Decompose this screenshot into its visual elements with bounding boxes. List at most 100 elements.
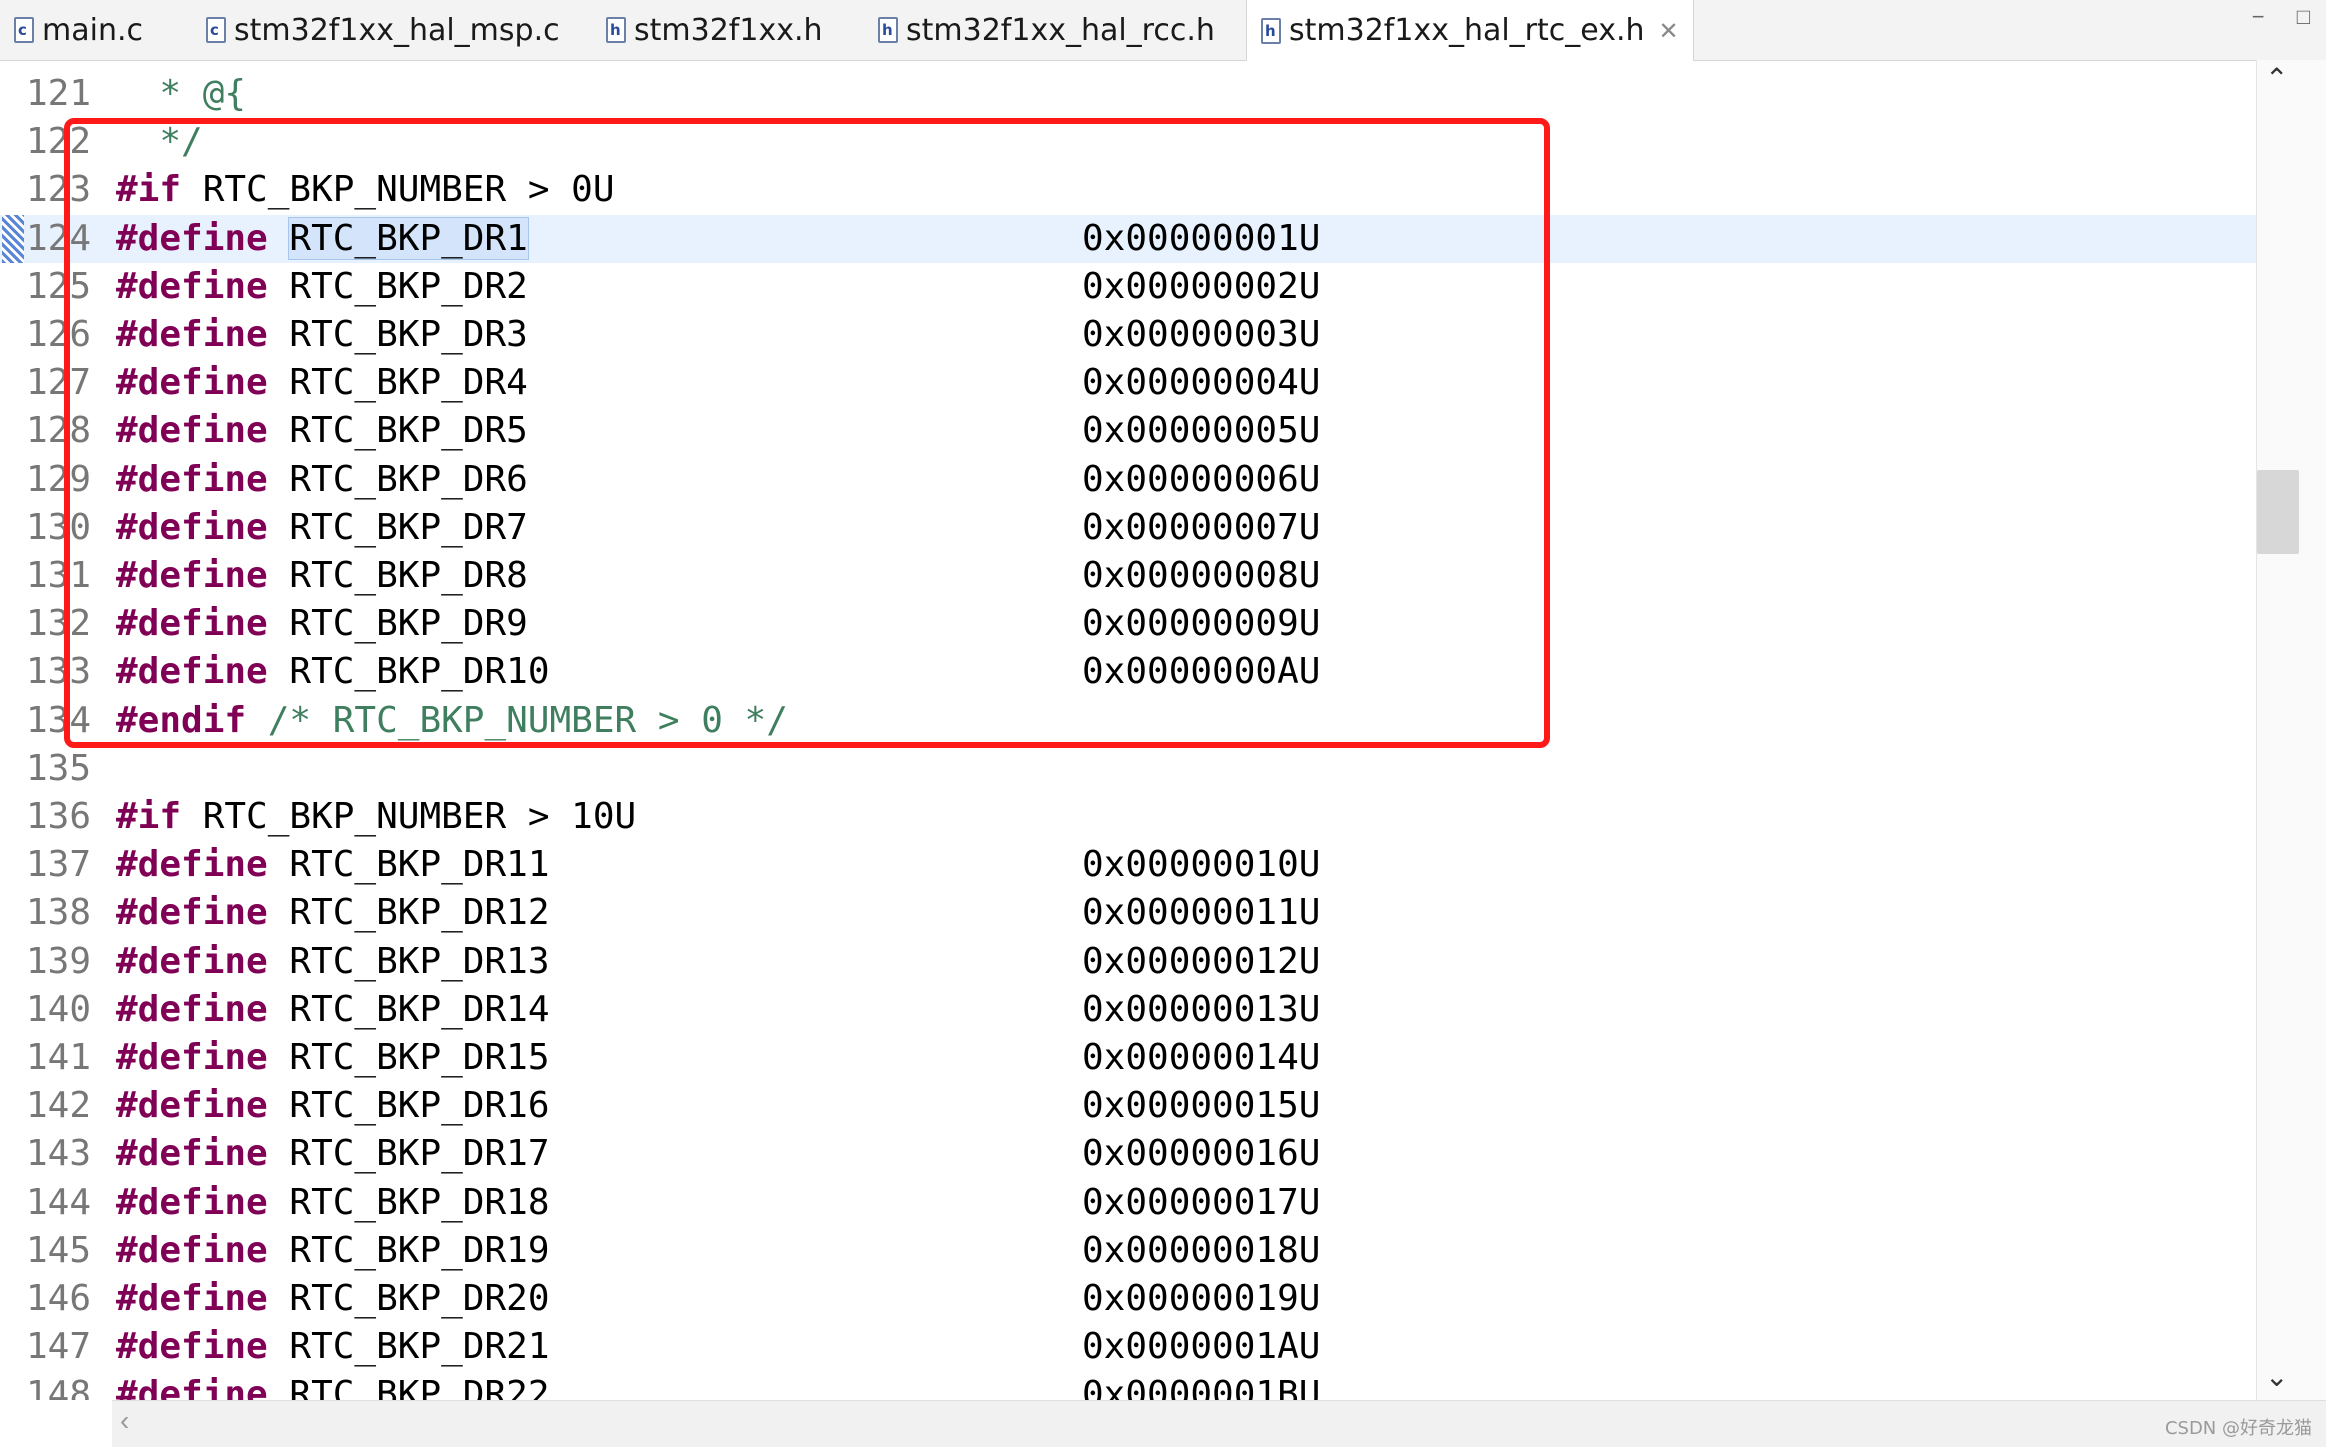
code-line[interactable]: 137 #define RTC_BKP_DR11 0x00000010U bbox=[0, 841, 2256, 889]
code-editor[interactable]: 121 * @{122 */123 #if RTC_BKP_NUMBER > 0U… bbox=[0, 60, 2256, 1400]
vertical-scrollbar[interactable]: ⌃ ⌄ bbox=[2256, 60, 2326, 1400]
preprocessor-keyword: #define bbox=[116, 1374, 268, 1400]
macro-name: RTC_BKP_DR11 bbox=[289, 844, 550, 886]
line-number: 132 bbox=[26, 603, 92, 645]
macro-name: RTC_BKP_DR22 bbox=[289, 1374, 550, 1400]
preprocessor-keyword: #define bbox=[116, 603, 268, 645]
preprocessor-keyword: #define bbox=[116, 892, 268, 934]
tab-label: stm32f1xx.h bbox=[634, 12, 823, 48]
scroll-up-icon[interactable]: ⌃ bbox=[2265, 62, 2288, 95]
scroll-left-icon[interactable]: ‹ bbox=[120, 1405, 129, 1437]
code-line[interactable]: 141 #define RTC_BKP_DR15 0x00000014U bbox=[0, 1034, 2256, 1082]
macro-value: 0x00000007U bbox=[1082, 506, 1321, 548]
code-line[interactable]: 126 #define RTC_BKP_DR3 0x00000003U bbox=[0, 311, 2256, 359]
line-number: 147 bbox=[26, 1326, 92, 1368]
window-controls: − □ bbox=[2226, 4, 2310, 30]
macro-name: RTC_BKP_DR20 bbox=[289, 1278, 550, 1319]
line-number: 129 bbox=[26, 458, 92, 500]
tab-main-c[interactable]: c main.c bbox=[14, 0, 143, 60]
macro-value: 0x00000004U bbox=[1082, 362, 1321, 404]
code-line[interactable]: 142 #define RTC_BKP_DR16 0x00000015U bbox=[0, 1082, 2256, 1130]
macro-value: 0x00000018U bbox=[1082, 1229, 1321, 1271]
code-text: #define RTC_BKP_DR13 bbox=[116, 938, 550, 986]
code-line[interactable]: 129 #define RTC_BKP_DR6 0x00000006U bbox=[0, 456, 2256, 504]
macro-name: RTC_BKP_DR3 bbox=[289, 314, 528, 355]
macro-name: RTC_BKP_DR17 bbox=[289, 1133, 550, 1175]
code-line[interactable]: 143 #define RTC_BKP_DR17 0x00000016U bbox=[0, 1130, 2256, 1178]
code-text: #define RTC_BKP_DR8 bbox=[116, 552, 528, 600]
code-line[interactable]: 127 #define RTC_BKP_DR4 0x00000004U bbox=[0, 359, 2256, 407]
macro-value: 0x00000005U bbox=[1082, 410, 1321, 452]
code-line[interactable]: 123 #if RTC_BKP_NUMBER > 0U bbox=[0, 166, 2256, 214]
code-line[interactable]: 128 #define RTC_BKP_DR5 0x00000005U bbox=[0, 407, 2256, 455]
h-file-icon: h bbox=[1261, 17, 1281, 44]
macro-name: RTC_BKP_DR1 bbox=[288, 216, 529, 260]
line-number: 138 bbox=[26, 892, 92, 934]
code-text: #define RTC_BKP_DR7 bbox=[116, 504, 528, 552]
code-line[interactable]: 145 #define RTC_BKP_DR19 0x00000018U bbox=[0, 1227, 2256, 1275]
tab-label: stm32f1xx_hal_rcc.h bbox=[906, 12, 1215, 48]
preprocessor-keyword: #if bbox=[116, 796, 182, 837]
scrollbar-thumb[interactable] bbox=[2257, 470, 2299, 554]
close-tab-icon[interactable]: ✕ bbox=[1659, 17, 1679, 45]
code-text: #define RTC_BKP_DR3 bbox=[116, 311, 528, 359]
code-line[interactable]: 146 #define RTC_BKP_DR20 0x00000019U bbox=[0, 1275, 2256, 1323]
macro-value: 0x00000010U bbox=[1082, 844, 1321, 886]
code-line[interactable]: 134 #endif /* RTC_BKP_NUMBER > 0 */ bbox=[0, 697, 2256, 745]
preprocessor-keyword: #define bbox=[116, 265, 268, 307]
code-line[interactable]: 132 #define RTC_BKP_DR9 0x00000009U bbox=[0, 600, 2256, 648]
code-text: #define RTC_BKP_DR12 bbox=[116, 889, 550, 937]
line-number: 137 bbox=[26, 844, 92, 886]
code-line[interactable]: 121 * @{ bbox=[0, 70, 2256, 118]
code-text: #if RTC_BKP_NUMBER > 10U bbox=[116, 793, 636, 841]
code-line[interactable]: 139 #define RTC_BKP_DR13 0x00000012U bbox=[0, 938, 2256, 986]
line-number: 146 bbox=[26, 1278, 92, 1319]
line-number: 140 bbox=[26, 988, 92, 1030]
code-line[interactable]: 122 */ bbox=[0, 118, 2256, 166]
code-text: #define RTC_BKP_DR20 bbox=[116, 1275, 550, 1323]
code-line[interactable]: 124 #define RTC_BKP_DR1 0x00000001U bbox=[0, 214, 2256, 263]
code-line[interactable]: 133 #define RTC_BKP_DR10 0x0000000AU bbox=[0, 648, 2256, 696]
code-line[interactable]: 144 #define RTC_BKP_DR18 0x00000017U bbox=[0, 1179, 2256, 1227]
preprocessor-keyword: #define bbox=[116, 217, 268, 259]
preprocessor-keyword: #define bbox=[116, 844, 268, 886]
code-line[interactable]: 138 #define RTC_BKP_DR12 0x00000011U bbox=[0, 889, 2256, 937]
scroll-down-icon[interactable]: ⌄ bbox=[2265, 1360, 2288, 1393]
code-line[interactable]: 130 #define RTC_BKP_DR7 0x00000007U bbox=[0, 504, 2256, 552]
code-text: #define RTC_BKP_DR1 bbox=[116, 215, 529, 263]
minimize-icon[interactable]: − bbox=[2252, 4, 2265, 29]
code-line[interactable]: 136 #if RTC_BKP_NUMBER > 10U bbox=[0, 793, 2256, 841]
tab-stm32f1xx-hal-rcc-h[interactable]: h stm32f1xx_hal_rcc.h bbox=[878, 0, 1215, 60]
tab-stm32f1xx-hal-rtc-ex-h[interactable]: h stm32f1xx_hal_rtc_ex.h ✕ bbox=[1246, 0, 1694, 61]
comment-text: */ bbox=[116, 121, 203, 163]
preprocessor-keyword: #define bbox=[116, 1181, 268, 1223]
code-expression: RTC_BKP_NUMBER > 10U bbox=[181, 796, 637, 837]
macro-value: 0x00000008U bbox=[1082, 555, 1321, 596]
tab-stm32f1xx-hal-msp-c[interactable]: c stm32f1xx_hal_msp.c bbox=[206, 0, 560, 60]
code-line[interactable]: 148 #define RTC_BKP_DR22 0x0000001BU bbox=[0, 1371, 2256, 1400]
macro-name: RTC_BKP_DR7 bbox=[289, 506, 528, 548]
macro-value: 0x00000003U bbox=[1082, 314, 1321, 355]
macro-value: 0x0000001AU bbox=[1082, 1326, 1321, 1368]
line-number: 121 bbox=[26, 73, 92, 114]
maximize-icon[interactable]: □ bbox=[2297, 4, 2310, 29]
horizontal-scrollbar[interactable]: ‹ bbox=[112, 1400, 2326, 1447]
macro-name: RTC_BKP_DR9 bbox=[289, 603, 528, 645]
preprocessor-keyword: #define bbox=[116, 555, 268, 596]
tab-label: main.c bbox=[42, 12, 143, 48]
code-text: #define RTC_BKP_DR2 bbox=[116, 263, 528, 311]
tab-stm32f1xx-h[interactable]: h stm32f1xx.h bbox=[606, 0, 823, 60]
code-line[interactable]: 125 #define RTC_BKP_DR2 0x00000002U bbox=[0, 263, 2256, 311]
code-line[interactable]: 135 bbox=[0, 745, 2256, 793]
code-line[interactable]: 147 #define RTC_BKP_DR21 0x0000001AU bbox=[0, 1323, 2256, 1371]
h-file-icon: h bbox=[878, 17, 898, 43]
line-number: 144 bbox=[26, 1181, 92, 1223]
code-line[interactable]: 131 #define RTC_BKP_DR8 0x00000008U bbox=[0, 552, 2256, 600]
line-number: 127 bbox=[26, 362, 92, 404]
code-line[interactable]: 140 #define RTC_BKP_DR14 0x00000013U bbox=[0, 986, 2256, 1034]
line-number: 128 bbox=[26, 410, 92, 452]
line-number: 141 bbox=[26, 1037, 92, 1078]
macro-value: 0x00000012U bbox=[1082, 940, 1321, 982]
c-file-icon: c bbox=[14, 17, 34, 43]
code-text: #define RTC_BKP_DR10 bbox=[116, 648, 550, 696]
